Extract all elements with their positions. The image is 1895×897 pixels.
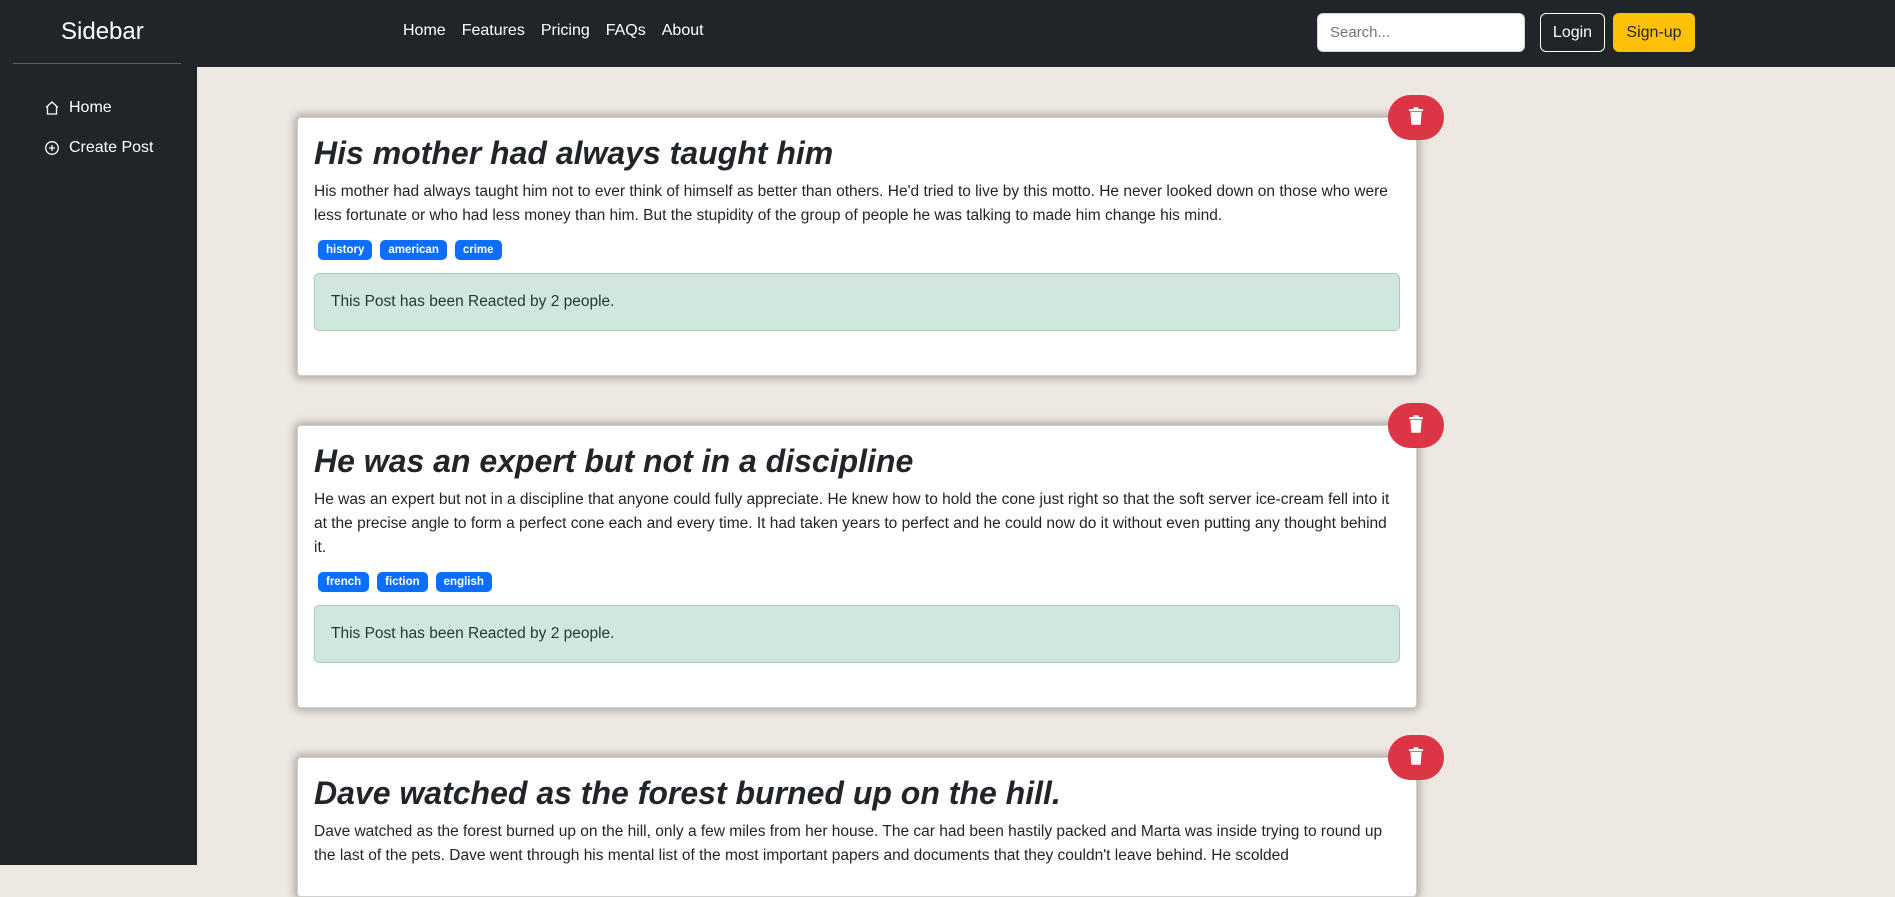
tag-badge[interactable]: history	[318, 240, 373, 261]
trash-icon	[1408, 415, 1424, 436]
nav-link-home[interactable]: Home	[403, 22, 446, 40]
main-nav: Home Features Pricing FAQs About	[403, 22, 704, 40]
post-body: He was an expert but not in a discipline…	[314, 491, 1390, 557]
sidebar-brand[interactable]: Sidebar	[61, 18, 144, 46]
delete-post-button[interactable]	[1388, 403, 1444, 448]
delete-post-button[interactable]	[1388, 735, 1444, 780]
reaction-alert: This Post has been Reacted by 2 people.	[314, 605, 1400, 664]
post-body: His mother had always taught him not to …	[314, 183, 1388, 225]
nav-link-pricing[interactable]: Pricing	[541, 22, 590, 40]
post-title: His mother had always taught him	[314, 135, 834, 171]
post-body: Dave watched as the forest burned up on …	[314, 823, 1383, 865]
tag-badge[interactable]: fiction	[377, 572, 428, 593]
login-button[interactable]: Login	[1540, 13, 1605, 52]
tag-badge[interactable]: french	[318, 572, 370, 593]
tag-list: history american crime	[318, 240, 1400, 261]
house-icon	[44, 100, 60, 116]
sidebar-divider	[13, 63, 181, 64]
plus-circle-icon	[44, 140, 60, 156]
sidebar-item-home[interactable]: Home	[0, 88, 197, 128]
nav-link-features[interactable]: Features	[462, 22, 525, 40]
top-navbar: Home Features Pricing FAQs About Login S…	[197, 0, 1895, 67]
reaction-alert: This Post has been Reacted by 2 people.	[314, 273, 1400, 332]
sidebar-nav: Home Create Post	[0, 88, 197, 168]
nav-link-faqs[interactable]: FAQs	[606, 22, 646, 40]
sidebar-item-create-post[interactable]: Create Post	[0, 128, 197, 168]
nav-link-about[interactable]: About	[662, 22, 704, 40]
trash-icon	[1408, 747, 1424, 768]
tag-badge[interactable]: english	[435, 572, 492, 593]
signup-button[interactable]: Sign-up	[1613, 13, 1695, 52]
post-card: His mother had always taught him His mot…	[297, 95, 1444, 376]
tag-badge[interactable]: crime	[454, 240, 502, 261]
search-input[interactable]	[1317, 13, 1525, 52]
post-title: Dave watched as the forest burned up on …	[314, 775, 1061, 811]
sidebar-item-label: Home	[69, 99, 112, 116]
tag-list: french fiction english	[318, 572, 1400, 593]
sidebar-item-label: Create Post	[69, 139, 154, 156]
delete-post-button[interactable]	[1388, 95, 1444, 140]
tag-badge[interactable]: american	[380, 240, 447, 261]
post-card: Dave watched as the forest burned up on …	[297, 735, 1444, 897]
post-title: He was an expert but not in a discipline	[314, 443, 914, 479]
post-card: He was an expert but not in a discipline…	[297, 403, 1444, 708]
trash-icon	[1408, 107, 1424, 128]
sidebar: Sidebar Home Create Post	[0, 0, 197, 865]
